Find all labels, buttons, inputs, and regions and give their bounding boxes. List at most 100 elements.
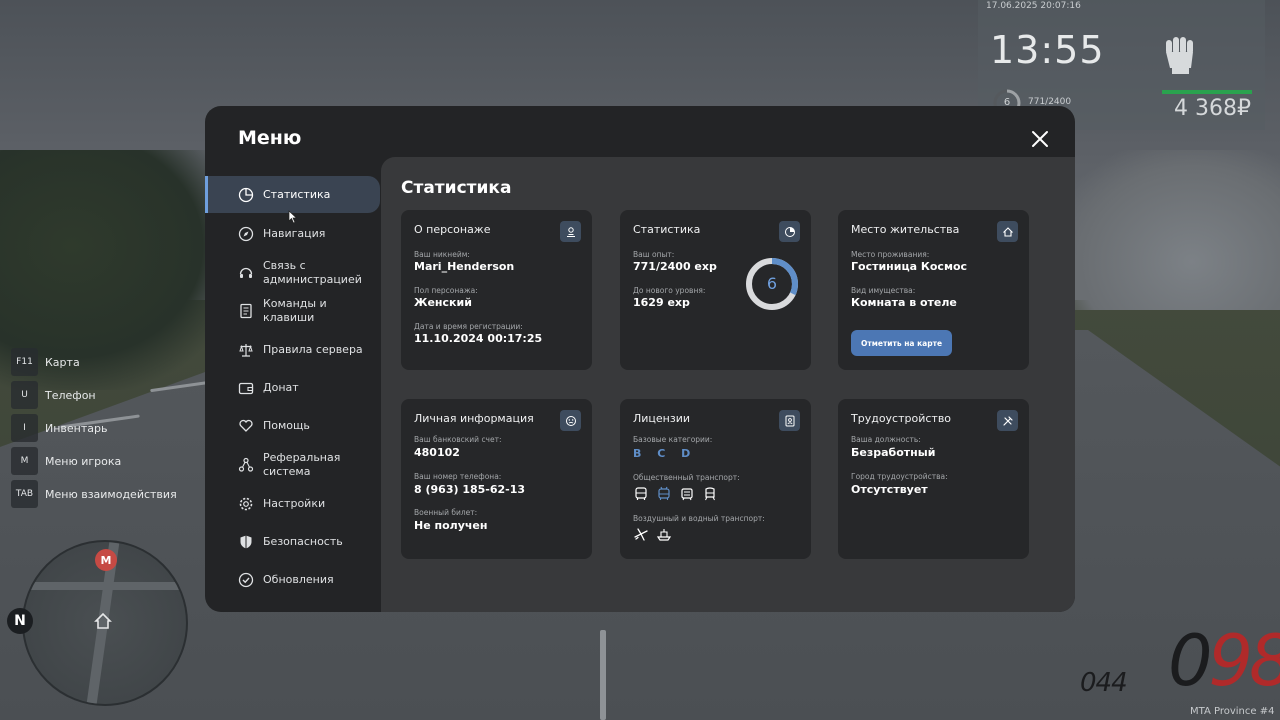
tram-icon [681,488,693,501]
sidebar-item-commands[interactable]: Команды и клавиши [205,292,380,330]
menu-window: Меню Статистика Навигация Связь с админи… [205,106,1075,612]
hotkey-phone: U Телефон [11,381,177,409]
hotkey-inventory: I Инвентарь [11,414,177,442]
hotkey-key: M [11,447,38,475]
hotkey-label: Телефон [45,388,96,402]
card-licenses: Лицензии Базовые категории: B C D Общест… [620,399,811,559]
compass-icon [238,226,254,241]
clock-chart-icon [779,221,800,242]
hud-clock: 13:55 [990,28,1105,72]
public-transport-icons [633,486,718,502]
nickname-label: Ваш никнейм: [414,250,470,259]
face-icon [560,410,581,431]
menu-title: Меню [238,127,302,149]
headset-icon [239,267,253,278]
speed-value: 98 [1208,620,1280,702]
public-transport-label: Общественный транспорт: [633,473,740,482]
military-label: Военный билет: [414,508,478,517]
air-water-transport-label: Воздушный и водный транспорт: [633,514,765,523]
document-icon [240,303,252,319]
sidebar-item-rules[interactable]: Правила сервера [205,330,380,369]
home-icon [94,612,112,629]
sidebar-item-donate[interactable]: Донат [205,369,380,407]
sidebar-item-updates[interactable]: Обновления [205,561,380,599]
gender-value: Женский [414,296,472,309]
hotkey-label: Меню взаимодействия [45,487,177,501]
air-water-transport-icons [633,527,672,543]
sidebar-item-label: Безопасность [263,535,343,548]
hud-datetime: 17.06.2025 20:07:16 [986,1,1081,11]
sidebar-item-help[interactable]: Помощь [205,407,380,445]
employment-city-label: Город трудоустройства: [851,472,948,481]
employment-city-value: Отсутствует [851,483,928,496]
bank-account-label: Ваш банковский счет: [414,435,502,444]
server-watermark: MTA Province #4 [1190,706,1275,717]
airplane-icon [634,528,648,541]
registration-value: 11.10.2024 00:17:25 [414,332,543,345]
content-title: Статистика [401,178,512,198]
card-title: Личная информация [414,412,534,425]
sidebar-item-label: Правила сервера [263,342,363,356]
network-icon [238,457,254,472]
sidebar-item-admin-contact[interactable]: Связь с администрацией [205,254,380,292]
minimap-road [24,582,186,590]
minimap: M [22,540,188,706]
hotkey-key: TAB [11,480,38,508]
hotkey-player-menu: M Меню игрока [11,447,177,475]
hotkey-key: F11 [11,348,38,376]
basic-categories-label: Базовые категории: [633,435,713,444]
id-card-icon [779,410,800,431]
statistics-content: Статистика О персонаже Ваш никнейм: Mari… [381,157,1075,612]
stadium-structure [1060,150,1280,310]
card-character: О персонаже Ваш никнейм: Mari_Henderson … [401,210,592,370]
residence-place-label: Место проживания: [851,250,930,259]
hotkey-interaction-menu: TAB Меню взаимодействия [11,480,177,508]
close-icon[interactable] [1030,129,1050,149]
bus-icon [635,487,647,500]
card-title: О персонаже [414,223,491,236]
hud-money: 4 368₽ [1174,96,1251,121]
exp-label: Ваш опыт: [633,250,675,259]
residence-place-value: Гостиница Космос [851,260,968,273]
sidebar-item-label: Реферальная система [263,451,341,478]
sidebar-item-label: Настройки [263,497,326,510]
fuel-level: 044 [1080,668,1128,698]
shield-icon [240,535,252,549]
sidebar-item-label: Навигация [263,226,326,240]
user-stamp-icon [560,221,581,242]
hud-health-bar [1162,90,1252,94]
sidebar-item-settings[interactable]: Настройки [205,485,380,523]
basic-categories-value: B C D [633,447,697,460]
mark-on-map-button[interactable]: Отметить на карте [851,330,953,356]
hotkey-label: Карта [45,355,80,369]
sidebar-item-label: Связь с администрацией [263,259,362,286]
card-personal-info: Личная информация Ваш банковский счет: 4… [401,399,592,559]
home-icon [997,221,1018,242]
scales-icon [239,343,253,357]
card-residence: Место жительства Место проживания: Гости… [838,210,1029,370]
sidebar-item-label: Помощь [263,419,310,432]
gender-label: Пол персонажа: [414,286,478,295]
position-value: Безработный [851,446,936,459]
card-title: Лицензии [633,412,691,425]
sidebar-item-label: Команды и клавиши [263,297,327,324]
sidebar-item-statistics[interactable]: Статистика [205,176,380,213]
card-title: Место жительства [851,223,960,236]
metro-icon: M [95,549,117,571]
card-title: Трудоустройство [851,412,952,425]
military-value: Не получен [414,519,488,532]
sidebar-item-referral[interactable]: Реферальная система [205,445,380,485]
wallet-icon [238,382,254,395]
heart-hand-icon [239,419,253,432]
card-statistics: Статистика Ваш опыт: 771/2400 exp До нов… [620,210,811,370]
card-employment: Трудоустройство Ваша должность: Безработ… [838,399,1029,559]
phone-value: 8 (963) 185-62-13 [414,483,526,496]
speedometer: 044 098 MTA Province #4 [1080,620,1280,720]
card-title: Статистика [633,223,701,236]
sidebar-item-label: Статистика [263,187,331,201]
property-type-value: Комната в отеле [851,296,957,309]
property-type-label: Вид имущества: [851,286,916,295]
bank-account-value: 480102 [414,446,460,459]
sidebar-item-security[interactable]: Безопасность [205,523,380,561]
mouse-cursor-icon [288,210,298,224]
